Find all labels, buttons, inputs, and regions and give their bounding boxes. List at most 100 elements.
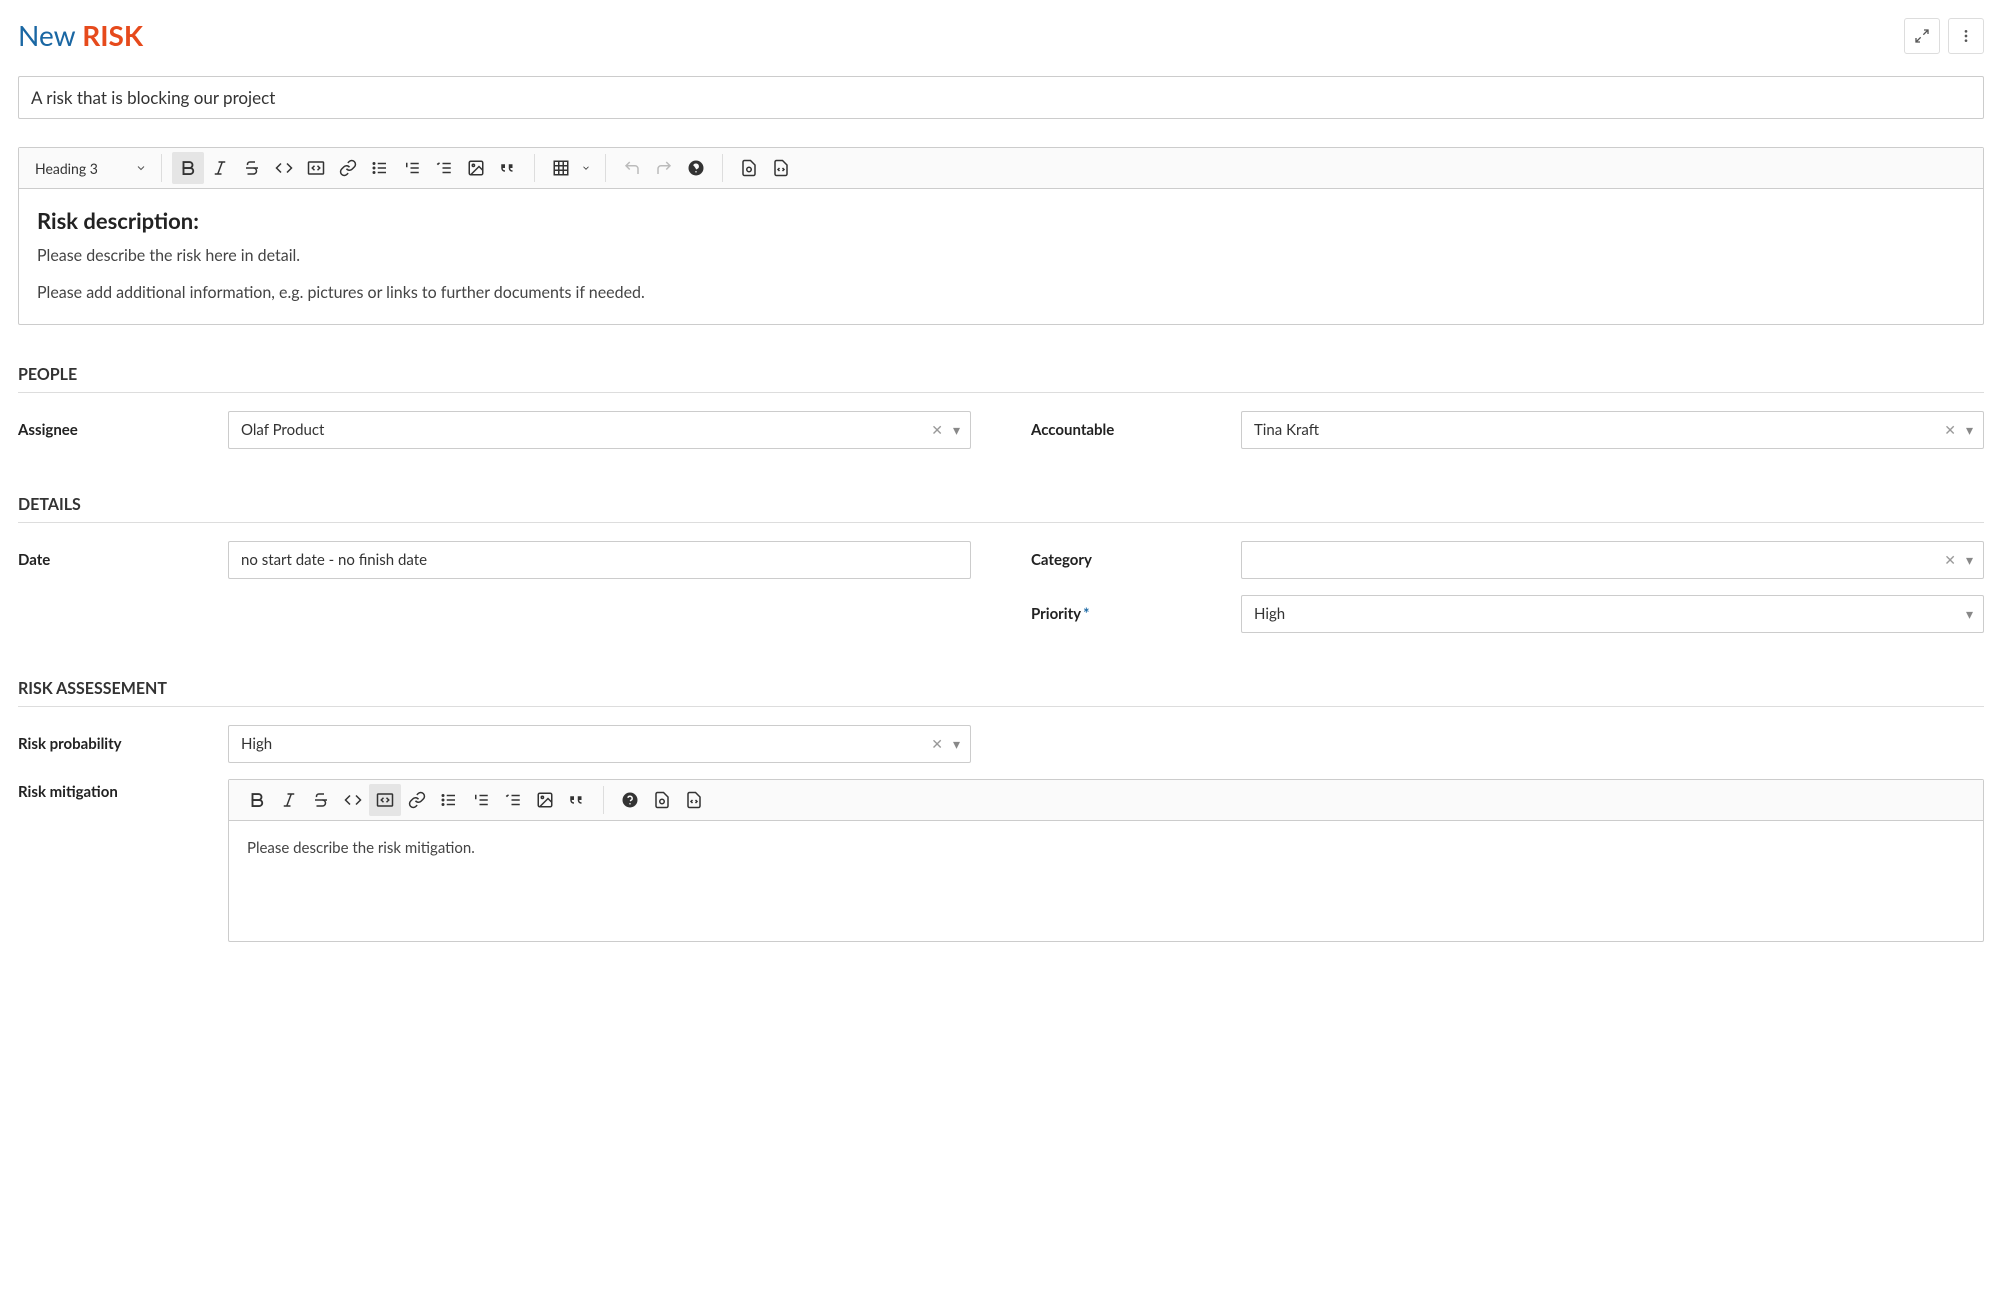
chevron-down-icon: ▾ [1962,551,1977,569]
quote-icon [499,159,517,177]
image-button[interactable] [460,152,492,184]
assignee-clear[interactable]: ✕ [925,421,949,439]
accountable-clear[interactable]: ✕ [1938,421,1962,439]
mitigation-toolbar [229,780,1983,821]
code-block-button[interactable] [300,152,332,184]
heading-select[interactable]: Heading 3 [31,154,151,183]
chevron-down-icon [581,163,591,173]
link-button[interactable] [332,152,364,184]
expand-icon [1914,28,1930,44]
italic-icon [280,791,298,809]
table-icon [552,159,570,177]
italic-button[interactable] [204,152,236,184]
undo-button[interactable] [616,152,648,184]
title-new: New [18,18,75,52]
strikethrough-icon [312,791,330,809]
editor-toolbar: Heading 3 [19,148,1983,189]
assignee-value: Olaf Product [241,421,925,439]
task-list-button[interactable] [497,784,529,816]
code-block-button[interactable] [369,784,401,816]
redo-button[interactable] [648,152,680,184]
strikethrough-button[interactable] [236,152,268,184]
bold-button[interactable] [172,152,204,184]
task-list-button[interactable] [428,152,460,184]
undo-icon [623,159,641,177]
risk-mitigation-editor: Please describe the risk mitigation. [228,779,1984,942]
section-details: DETAILS [18,495,1984,523]
date-label: Date [18,551,228,569]
bold-icon [179,159,197,177]
code-icon [344,791,362,809]
help-button[interactable] [614,784,646,816]
code-icon [275,159,293,177]
mitigation-content[interactable]: Please describe the risk mitigation. [229,821,1983,941]
accountable-select[interactable]: Tina Kraft ✕ ▾ [1241,411,1984,449]
number-list-icon [403,159,421,177]
task-list-icon [435,159,453,177]
strikethrough-button[interactable] [305,784,337,816]
description-p2: Please add additional information, e.g. … [37,283,1965,302]
link-icon [408,791,426,809]
editor-content[interactable]: Risk description: Please describe the ri… [19,189,1983,324]
inline-code-button[interactable] [337,784,369,816]
category-clear[interactable]: ✕ [1938,551,1962,569]
code-block-icon [376,791,394,809]
category-select[interactable]: ✕ ▾ [1241,541,1984,579]
subject-input[interactable] [18,76,1984,119]
priority-value: High [1254,605,1962,623]
task-list-icon [504,791,522,809]
inline-code-button[interactable] [268,152,300,184]
risk-probability-clear[interactable]: ✕ [925,735,949,753]
title-type: RISK [82,18,143,52]
chevron-down-icon: ▾ [949,421,964,439]
code-block-icon [307,159,325,177]
number-list-icon [472,791,490,809]
help-icon [621,791,639,809]
link-button[interactable] [401,784,433,816]
risk-mitigation-label: Risk mitigation [18,779,228,801]
fullscreen-button[interactable] [1904,18,1940,54]
link-icon [339,159,357,177]
bold-icon [248,791,266,809]
chevron-down-icon: ▾ [1962,605,1977,623]
preview-icon [740,159,758,177]
table-button[interactable] [545,152,577,184]
risk-probability-label: Risk probability [18,735,228,753]
assignee-label: Assignee [18,421,228,439]
image-button[interactable] [529,784,561,816]
source-button[interactable] [765,152,797,184]
bullet-list-button[interactable] [364,152,396,184]
image-icon [536,791,554,809]
number-list-button[interactable] [465,784,497,816]
date-input[interactable]: no start date - no finish date [228,541,971,579]
preview-icon [653,791,671,809]
preview-button[interactable] [646,784,678,816]
priority-select[interactable]: High ▾ [1241,595,1984,633]
preview-button[interactable] [733,152,765,184]
description-p1: Please describe the risk here in detail. [37,246,1965,265]
assignee-select[interactable]: Olaf Product ✕ ▾ [228,411,971,449]
section-people: PEOPLE [18,365,1984,393]
italic-button[interactable] [273,784,305,816]
priority-label: Priority* [1031,605,1241,623]
more-menu-button[interactable] [1948,18,1984,54]
bullet-list-button[interactable] [433,784,465,816]
image-icon [467,159,485,177]
source-button[interactable] [678,784,710,816]
risk-probability-select[interactable]: High ✕ ▾ [228,725,971,763]
more-vertical-icon [1958,28,1974,44]
help-button[interactable] [680,152,712,184]
category-label: Category [1031,551,1241,569]
bullet-list-icon [440,791,458,809]
description-editor: Heading 3 [18,147,1984,325]
help-icon [687,159,705,177]
section-risk-assessment: RISK ASSESSEMENT [18,679,1984,707]
blockquote-button[interactable] [561,784,593,816]
number-list-button[interactable] [396,152,428,184]
table-dropdown-button[interactable] [577,152,595,184]
bold-button[interactable] [241,784,273,816]
accountable-value: Tina Kraft [1254,421,1938,439]
blockquote-button[interactable] [492,152,524,184]
page-title: New RISK [18,18,143,52]
redo-icon [655,159,673,177]
